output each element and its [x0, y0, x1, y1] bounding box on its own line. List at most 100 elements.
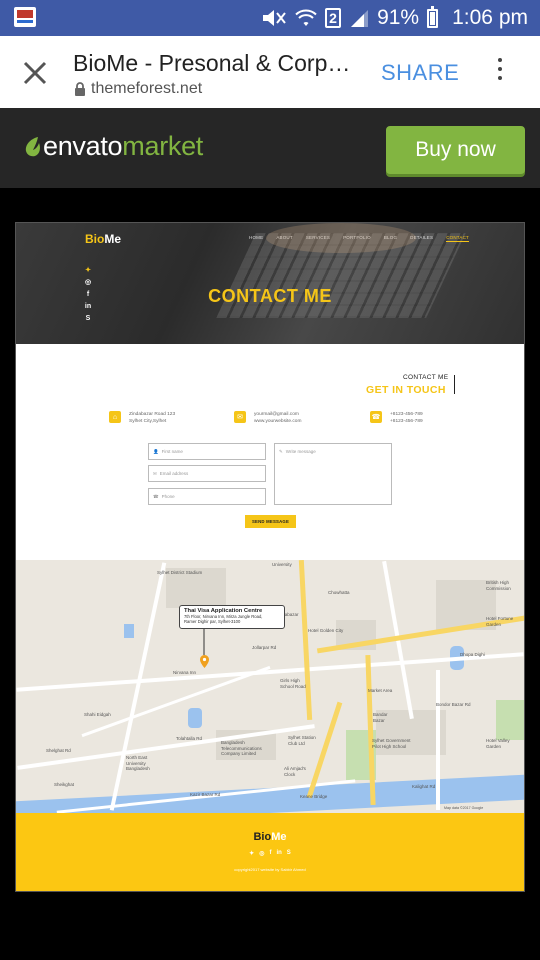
phone-line2[interactable]: +8123-456-789 — [390, 418, 423, 425]
page-title: BioMe - Presonal & Corporate — [73, 50, 358, 76]
twitter-icon[interactable]: ✦ — [84, 267, 92, 275]
nav-blog[interactable]: BLOG — [384, 235, 397, 242]
phone-line1[interactable]: +8123-456-789 — [390, 411, 423, 418]
theme-preview: BioMe HOME ABOUT SERVICES PORTFOLIO BLOG… — [15, 222, 525, 892]
email-line2[interactable]: www.yourwebsite.com — [254, 418, 301, 425]
status-bar: 2 91% 1:06 pm — [0, 0, 540, 36]
hero-title: CONTACT ME — [208, 286, 332, 306]
nav-about[interactable]: ABOUT — [276, 235, 293, 242]
site-nav: HOME ABOUT SERVICES PORTFOLIO BLOG DETAI… — [249, 235, 470, 242]
hero-section: BioMe HOME ABOUT SERVICES PORTFOLIO BLOG… — [16, 223, 524, 344]
message-textarea[interactable]: ✎ Write message — [274, 443, 392, 505]
email-field[interactable]: ✉ Email address — [148, 465, 266, 482]
contact-small-heading: CONTACT ME — [403, 374, 449, 381]
footer-dribbble-icon[interactable]: ◎ — [259, 850, 264, 857]
footer-skype-icon[interactable]: S — [287, 850, 291, 857]
footer-twitter-icon[interactable]: ✦ — [249, 850, 254, 857]
map-label-bandar-bazar: Bandar Bazar — [373, 712, 388, 723]
address-line2: Sylhet City,Sylhet — [129, 419, 167, 424]
email-line1[interactable]: yourmail@gmail.com — [254, 411, 301, 418]
site-logo-part2: Me — [104, 232, 122, 246]
site-logo[interactable]: BioMe — [85, 232, 121, 246]
map-label-shelghat: Shelghat Rd — [46, 748, 71, 753]
footer-logo[interactable]: BioMe — [16, 831, 524, 843]
user-icon: 👤 — [153, 449, 159, 454]
nav-services[interactable]: SERVICES — [306, 235, 330, 242]
nav-home[interactable]: HOME — [249, 235, 263, 242]
nav-detailes[interactable]: DETAILES — [410, 235, 433, 242]
signal-icon — [351, 10, 369, 27]
sim-slot-badge: 2 — [325, 8, 342, 28]
email-info: ✉ yourmail@gmail.com www.yourwebsite.com — [234, 411, 301, 425]
envato-logo-word: envato — [43, 131, 123, 161]
map-label-kazir-bazar: Kazir Bazar Rd — [190, 792, 221, 797]
footer-copyright: copyright2017 website by Sabbir Ahmed — [234, 867, 306, 872]
phone-field[interactable]: ☎ Phone — [148, 488, 266, 505]
map-label-jollarpar: Jollarpar Rd — [252, 645, 277, 650]
info-window-address2: Ramer Dighir par, Sylhet-3100 — [184, 619, 241, 624]
battery-icon — [427, 5, 439, 28]
share-button[interactable]: SHARE — [381, 60, 459, 86]
map-label-shahi-eidgah: Shahi Eidgah — [84, 712, 111, 717]
envelope-icon: ✉ — [153, 471, 157, 476]
nav-contact[interactable]: CONTACT — [446, 235, 470, 242]
map-label-sylhet-station-club: Sylhet Station Club Ltd — [288, 735, 316, 746]
buy-now-button[interactable]: Buy now — [386, 126, 525, 174]
map-label-university: University — [272, 562, 292, 567]
envato-leaf-icon — [25, 136, 40, 156]
notification-app-icon — [14, 7, 36, 27]
address-info: ⌂ Zindabazar Road 123 Sylhet City,Sylhet — [109, 411, 175, 425]
map-label-dhopa-dighi: Dhopa Dighi — [460, 652, 485, 657]
email-placeholder: Email address — [159, 471, 189, 476]
contact-section: CONTACT ME GET IN TOUCH ⌂ Zindabazar Roa… — [16, 344, 524, 560]
map-label-british-high-commission: British High Commission — [486, 580, 511, 591]
map-label-market-area: Market Area — [368, 688, 393, 693]
mute-icon — [263, 10, 286, 26]
map-info-window[interactable]: Thai Visa Application Centre 7th Floor, … — [179, 605, 285, 629]
footer-social-links: ✦ ◎ f in S — [16, 850, 524, 857]
chat-icon: ✉ — [234, 411, 246, 423]
skype-icon[interactable]: S — [84, 315, 92, 323]
phone-info: ☎ +8123-456-789 +8123-456-789 — [370, 411, 423, 425]
map-attribution[interactable]: Map data ©2017 Google — [444, 806, 483, 812]
phone-field-icon: ☎ — [153, 494, 159, 499]
map-label-hotel-fortune-garden: Hotel Fortune Garden — [486, 616, 514, 627]
phone-placeholder: Phone — [161, 494, 175, 499]
send-message-button[interactable]: SEND MESSAGE — [245, 515, 296, 528]
google-map[interactable]: Sylhet District Stadium University Briti… — [16, 560, 524, 813]
map-label-hotel-golden-city: Hotel Golden City — [308, 628, 344, 633]
nav-portfolio[interactable]: PORTFOLIO — [343, 235, 371, 242]
envato-logo-market: market — [122, 131, 203, 161]
first-name-field[interactable]: 👤 First name — [148, 443, 266, 460]
wifi-icon — [295, 9, 317, 26]
map-label-sheikghat: Sheikghat — [54, 782, 75, 787]
site-logo-part1: Bio — [85, 232, 105, 246]
more-options-icon[interactable] — [496, 58, 504, 86]
message-placeholder: Write message — [285, 449, 316, 454]
map-label-keane-bridge: Keane Bridge — [300, 794, 328, 799]
url-text: themeforest.net — [91, 80, 203, 97]
footer-facebook-icon[interactable]: f — [269, 850, 271, 857]
battery-percent: 91% — [377, 6, 420, 29]
text-cursor — [454, 375, 455, 394]
map-label-north-east-university: North East University Bangladesh — [126, 755, 150, 771]
map-label-chowhatta: Chowhatta — [328, 590, 350, 595]
footer-logo-part1: Bio — [253, 831, 272, 843]
phone-icon: ☎ — [370, 411, 382, 423]
map-label-kalighat: Kalighat Rd — [412, 784, 436, 789]
footer-linkedin-icon[interactable]: in — [276, 850, 281, 857]
envato-logo[interactable]: envato market — [24, 131, 203, 162]
lock-icon — [75, 81, 85, 96]
map-label-tolahtalla: Tolahtalla Rd — [176, 736, 203, 741]
map-label-hotel-valley-garden: Hotel Valley Garden — [486, 738, 510, 749]
address-line1: Zindabazar Road 123 — [129, 412, 176, 417]
map-label-girls-high-school: Girls High School Road — [280, 678, 306, 689]
map-label-bangladesh-telecom: Bangladesh Telecommunications Company Li… — [221, 740, 262, 756]
close-icon[interactable] — [22, 60, 48, 86]
map-pin-icon[interactable] — [200, 655, 209, 668]
get-in-touch-heading: GET IN TOUCH — [366, 384, 446, 396]
map-label-stadium: Sylhet District Stadium — [157, 570, 203, 575]
envato-market-bar: envato market Buy now — [0, 108, 540, 188]
clock: 1:06 pm — [452, 6, 528, 29]
status-right: 2 91% 1:06 pm — [261, 0, 528, 36]
